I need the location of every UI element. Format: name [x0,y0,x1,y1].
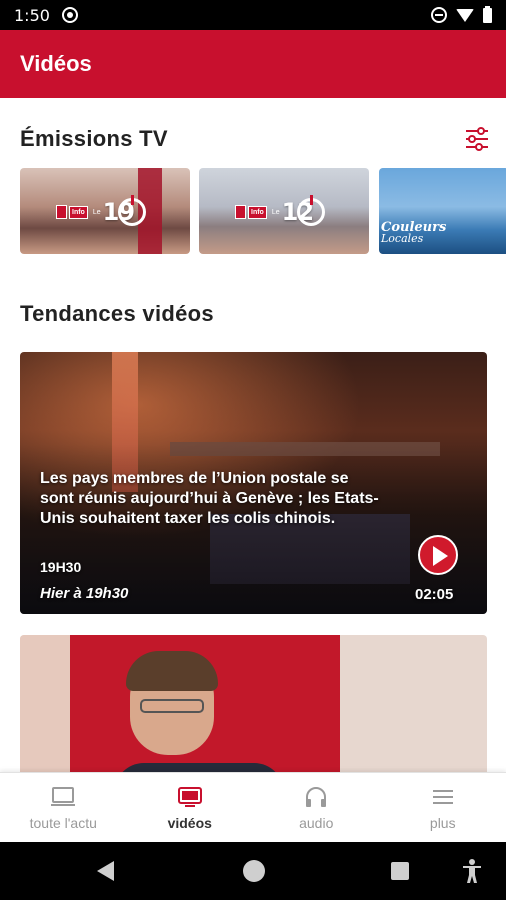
status-bar: 1:50 [0,0,506,30]
trending-section-title: Tendances vidéos [20,301,214,326]
back-icon[interactable] [97,861,114,881]
shows-section-title: Émissions TV [20,126,168,151]
system-navigation-bar [0,842,506,900]
clock-icon [118,195,147,226]
headphones-icon [306,786,327,807]
video-show-name: 19H30 [40,559,82,575]
nav-item-videos[interactable]: vidéos [127,773,254,842]
shows-carousel[interactable]: Info Le 19 Info Le 12 Couleurs Locales [20,168,506,254]
accessibility-icon[interactable] [461,858,483,884]
video-card-2[interactable] [20,635,487,775]
info-badge: Info [69,205,88,219]
thumbnail-decor [20,635,70,775]
show-le-label: Le [92,208,101,216]
filter-button[interactable] [462,124,492,154]
nav-item-plus[interactable]: plus [380,773,506,842]
person-glasses [140,699,204,713]
show-title-couleurs-locales: Couleurs Locales [381,221,446,245]
nav-label: audio [299,814,334,831]
menu-icon [432,789,453,804]
home-icon[interactable] [243,860,265,882]
filter-sliders-icon [466,127,488,151]
nav-item-audio[interactable]: audio [253,773,380,842]
video-duration: 02:05 [415,586,454,603]
rts-logo-icon [235,205,246,219]
show-card-12h45[interactable]: Info Le 12 [199,168,369,254]
laptop-icon [51,786,76,806]
nav-item-toute-lactu[interactable]: toute l'actu [0,773,127,842]
video-title: Les pays membres de l’Union postale se s… [40,470,379,527]
video-date: Hier à 19h30 [40,585,129,602]
nav-label: vidéos [167,814,212,831]
info-badge: Info [248,205,267,219]
nav-label: toute l'actu [29,814,97,831]
show-logo-12h45: Info Le 12 [235,195,326,226]
do-not-disturb-icon [431,7,447,23]
clock-icon [297,195,326,226]
featured-video-card[interactable]: Les pays membres de l’Union postale se s… [20,352,487,614]
show-le-label: Le [271,208,280,216]
rts-logo-icon [56,205,67,219]
recent-apps-icon[interactable] [391,862,409,880]
app-bar: Vidéos [0,30,506,98]
battery-icon [483,5,492,23]
show-card-couleurs-locales[interactable]: Couleurs Locales [379,168,506,254]
show-logo-19h30: Info Le 19 [56,195,147,226]
nav-label: plus [429,814,456,831]
person-hair [126,651,218,691]
status-icons [431,5,492,23]
tv-icon [177,786,202,807]
app-notification-icon [61,7,78,23]
thumbnail-person [114,651,284,775]
play-icon[interactable] [418,535,458,575]
show-card-19h30[interactable]: Info Le 19 [20,168,190,254]
bottom-navigation: toute l'actu vidéos audio plus [0,772,506,842]
status-time: 1:50 [14,5,50,25]
screen: 1:50 Vidéos Émissions TV Info Le 19 Info… [0,0,506,900]
page-title: Vidéos [20,51,92,76]
show-title-line2: Locales [381,232,424,245]
wifi-icon [456,8,474,22]
